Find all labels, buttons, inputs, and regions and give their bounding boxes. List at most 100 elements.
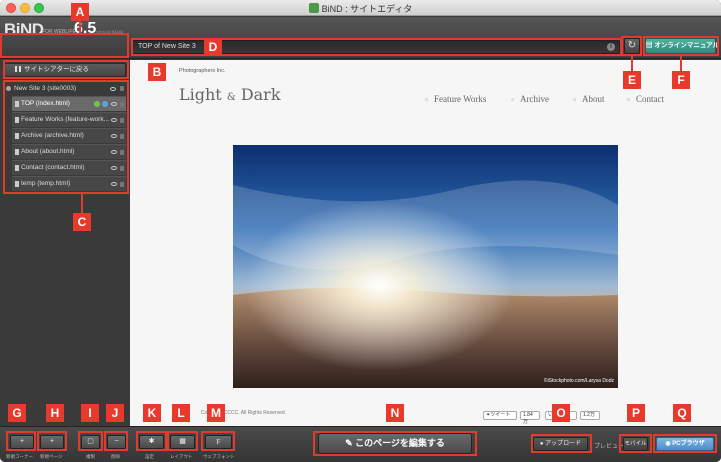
layout-button[interactable]: ▦ xyxy=(170,435,195,449)
lock-icon[interactable] xyxy=(120,134,124,139)
webfont-button[interactable]: F xyxy=(205,435,232,449)
tweet-label: ツイート xyxy=(490,412,511,418)
settings-button[interactable]: ✱ xyxy=(139,435,164,449)
lock-icon[interactable] xyxy=(120,118,124,123)
bullet-icon: ○ xyxy=(511,98,515,103)
site-tree-root[interactable]: New Site 3 (site0003) xyxy=(4,82,126,95)
lock-icon[interactable] xyxy=(120,102,124,107)
annotation-label-h: H xyxy=(46,404,64,422)
nav-label: Feature Works xyxy=(434,94,487,104)
logo-subtitle: FOR WEBLIFE* xyxy=(42,29,78,35)
lock-icon[interactable] xyxy=(120,150,124,155)
mobile-preview-button[interactable]: モバイル xyxy=(623,437,648,451)
duplicate-button[interactable]: ▢ xyxy=(81,435,100,449)
lock-icon[interactable] xyxy=(120,182,124,187)
eye-icon[interactable] xyxy=(111,118,117,122)
webfont-caption: ウェブフォント xyxy=(203,454,235,459)
page-list: TOP (index.html) Feature Works (feature-… xyxy=(12,96,126,192)
eye-icon[interactable] xyxy=(111,150,117,154)
lock-icon[interactable] xyxy=(120,166,124,171)
bullet-icon: ○ xyxy=(573,98,577,103)
eye-icon[interactable] xyxy=(111,166,117,170)
page-item-archive[interactable]: Archive (archive.html) xyxy=(12,128,126,143)
mobile-status-icon xyxy=(102,101,108,107)
new-corner-button[interactable]: + xyxy=(10,435,34,449)
nav-about[interactable]: ○ About xyxy=(573,94,605,104)
eye-icon[interactable] xyxy=(111,102,117,106)
nav-feature-works[interactable]: ○ Feature Works xyxy=(425,94,486,104)
window-title: BiND : サイトエディタ xyxy=(321,4,413,14)
annotation-label-l: L xyxy=(172,404,190,422)
online-manual-label: オンラインマニュアル xyxy=(654,42,720,49)
duplicate-caption: 複製 xyxy=(86,454,95,459)
annotation-label-c: C xyxy=(73,213,91,231)
refresh-button[interactable]: ↻ xyxy=(624,38,640,54)
edit-this-page-button[interactable]: ✎ このページを編集する xyxy=(318,433,472,454)
tweet-button[interactable]: ✦ツイート xyxy=(483,411,517,420)
page-item-label: Contact (contact.html) xyxy=(21,164,85,171)
site-logo-main: Light xyxy=(179,85,222,104)
upload-button[interactable]: ● アップロード xyxy=(533,437,588,451)
annotation-label-j: J xyxy=(106,404,124,422)
page-item-label: About (about.html) xyxy=(21,148,75,155)
app-window: BiND : サイトエディタ BiND FOR WEBLIFE* 6.5 Ver… xyxy=(0,0,721,462)
online-manual-button[interactable]: ▤ オンラインマニュアル xyxy=(645,38,720,54)
page-item-label: Archive (archive.html) xyxy=(21,132,84,139)
annotation-label-e: E xyxy=(623,71,641,89)
bind-logo: BiND xyxy=(4,20,44,39)
nav-archive[interactable]: ○ Archive xyxy=(511,94,549,104)
site-logo-end: Dark xyxy=(240,85,281,104)
new-page-caption: 新規ページ xyxy=(40,454,63,459)
new-corner-caption: 新規コーナー xyxy=(6,454,33,459)
nav-contact[interactable]: ○ Contact xyxy=(627,94,664,104)
annotation-label-k: K xyxy=(143,404,161,422)
pc-browser-button[interactable]: ◉ PCブラウザ xyxy=(656,437,714,451)
settings-caption: 設定 xyxy=(145,454,154,459)
bullet-icon: ○ xyxy=(627,98,631,103)
eye-icon[interactable] xyxy=(111,182,117,186)
photo-credit: ©iStockphoto.com/Larysa Dodz xyxy=(543,378,614,384)
sky-photo xyxy=(233,145,618,388)
page-item-label: temp (temp.html) xyxy=(21,180,71,187)
page-item-about[interactable]: About (about.html) xyxy=(12,144,126,159)
delete-caption: 削除 xyxy=(111,454,120,459)
annotation-line-a xyxy=(79,21,81,33)
nav-label: About xyxy=(582,94,605,104)
lock-icon[interactable] xyxy=(120,86,124,91)
layout-caption: レイアウト xyxy=(170,454,193,459)
edit-label: このページを編集する xyxy=(355,438,445,448)
page-preview[interactable]: Photographers Inc. Light & Dark ○ Feature… xyxy=(130,60,721,426)
upload-label: アップロード xyxy=(545,441,582,447)
annotation-label-m: M xyxy=(207,404,225,422)
grid-icon xyxy=(15,66,21,72)
back-to-site-theater-button[interactable]: サイトシアターに戻る xyxy=(4,63,126,77)
new-page-button[interactable]: + xyxy=(40,435,64,449)
annotation-label-q: Q xyxy=(673,404,691,422)
page-item-top[interactable]: TOP (index.html) xyxy=(12,96,126,111)
page-item-feature-works[interactable]: Feature Works (feature-work... xyxy=(12,112,126,127)
edit-icon: ✎ xyxy=(345,438,356,448)
annotation-line-e xyxy=(631,56,633,71)
delete-button[interactable]: − xyxy=(107,435,126,449)
company-name: Photographers Inc. xyxy=(179,68,226,74)
annotation-label-n: N xyxy=(386,404,404,422)
annotation-label-a: A xyxy=(71,3,89,21)
page-item-contact[interactable]: Contact (contact.html) xyxy=(12,160,126,175)
site-icon xyxy=(6,86,11,91)
page-item-temp[interactable]: temp (temp.html) xyxy=(12,176,126,191)
page-icon xyxy=(15,117,19,123)
preview-label: プレビュー xyxy=(594,444,625,450)
nav-label: Contact xyxy=(636,94,665,104)
page-icon xyxy=(15,101,19,107)
site-logo-amp: & xyxy=(226,92,236,103)
info-icon[interactable]: i xyxy=(607,43,615,51)
eye-icon[interactable] xyxy=(110,87,116,91)
site-logo[interactable]: Light & Dark xyxy=(179,85,281,104)
eye-icon[interactable] xyxy=(111,134,117,138)
page-address-text: TOP of New Site 3 xyxy=(138,43,196,50)
status-icon xyxy=(94,101,100,107)
sidebar: サイトシアターに戻る New Site 3 (site0003) TOP (in… xyxy=(0,60,130,426)
annotation-label-g: G xyxy=(8,404,26,422)
annotation-line-c xyxy=(81,194,83,213)
annotation-label-b: B xyxy=(148,63,166,81)
